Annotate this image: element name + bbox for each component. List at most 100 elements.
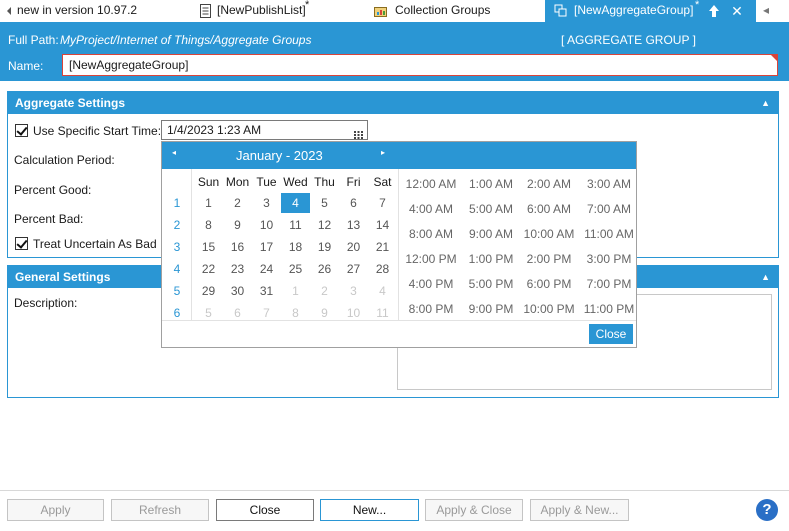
- calendar-day[interactable]: 31: [252, 281, 281, 301]
- time-option[interactable]: 1:00 PM: [461, 252, 521, 266]
- name-field[interactable]: [NewAggregateGroup]: [62, 54, 778, 76]
- calendar-day[interactable]: 23: [223, 259, 252, 279]
- next-month-button[interactable]: ▸: [381, 148, 385, 157]
- calendar-day[interactable]: 30: [223, 281, 252, 301]
- time-option[interactable]: 4:00 AM: [401, 202, 461, 216]
- calendar-day[interactable]: 5: [310, 193, 339, 213]
- calendar-day[interactable]: 24: [252, 259, 281, 279]
- tab-new-aggregate-group[interactable]: [NewAggregateGroup] * ✕: [545, 0, 756, 22]
- new-button[interactable]: New...: [320, 499, 419, 521]
- time-option[interactable]: 12:00 AM: [401, 177, 461, 191]
- calendar-day[interactable]: 22: [194, 259, 223, 279]
- apply-and-close-button[interactable]: Apply & Close: [425, 499, 523, 521]
- time-option[interactable]: 4:00 PM: [401, 277, 461, 291]
- tab-new-publish-list[interactable]: [NewPublishList] *: [195, 0, 365, 22]
- time-option[interactable]: 5:00 AM: [461, 202, 521, 216]
- week-number: 2: [173, 218, 181, 232]
- refresh-button[interactable]: Refresh: [111, 499, 209, 521]
- calendar-day[interactable]: 2: [223, 193, 252, 213]
- name-value: [NewAggregateGroup]: [69, 58, 189, 72]
- use-specific-start-time-label: Use Specific Start Time:: [33, 124, 162, 138]
- time-option[interactable]: 8:00 AM: [401, 227, 461, 241]
- calendar-day[interactable]: 1: [281, 281, 310, 301]
- month-year-label[interactable]: January - 2023: [236, 148, 323, 163]
- help-icon[interactable]: ?: [756, 499, 778, 521]
- picker-close-button[interactable]: Close: [589, 324, 633, 344]
- calendar-day[interactable]: 9: [223, 215, 252, 235]
- calendar-day[interactable]: 20: [339, 237, 368, 257]
- time-option[interactable]: 12:00 PM: [401, 252, 461, 266]
- calendar-icon[interactable]: [354, 126, 363, 139]
- calendar-day[interactable]: 15: [194, 237, 223, 257]
- time-option[interactable]: 8:00 PM: [401, 302, 461, 316]
- previous-month-button[interactable]: ◂: [172, 148, 176, 157]
- name-label: Name:: [8, 59, 44, 73]
- calendar-day[interactable]: 8: [194, 215, 223, 235]
- apply-and-new-button[interactable]: Apply & New...: [530, 499, 629, 521]
- collapse-icon[interactable]: ▲: [761, 92, 770, 114]
- weekday-header: Thu: [314, 175, 335, 189]
- calendar-day[interactable]: 28: [368, 259, 397, 279]
- use-specific-start-time-checkbox[interactable]: [15, 124, 28, 137]
- calendar-day[interactable]: 27: [339, 259, 368, 279]
- tab-collection-groups[interactable]: Collection Groups: [370, 0, 540, 22]
- group-icon: [554, 4, 567, 18]
- panel-title: General Settings: [15, 270, 111, 284]
- calendar-day[interactable]: 13: [339, 215, 368, 235]
- start-time-value: 1/4/2023 1:23 AM: [167, 123, 262, 137]
- calendar-day[interactable]: 11: [281, 215, 310, 235]
- back-arrow-icon: [5, 4, 13, 18]
- document-header: Full Path: MyProject/Internet of Things/…: [0, 23, 789, 81]
- apply-button[interactable]: Apply: [7, 499, 104, 521]
- time-option[interactable]: 10:00 PM: [519, 302, 579, 316]
- pin-tab-button[interactable]: [704, 0, 724, 22]
- calendar-day[interactable]: 21: [368, 237, 397, 257]
- tab-new-in-version[interactable]: new in version 10.97.2: [0, 0, 185, 22]
- close-tab-button[interactable]: ✕: [727, 0, 747, 22]
- time-option[interactable]: 7:00 PM: [579, 277, 639, 291]
- calendar-day[interactable]: 1: [194, 193, 223, 213]
- calendar-day[interactable]: 14: [368, 215, 397, 235]
- calendar-day[interactable]: 25: [281, 259, 310, 279]
- panel-title: Aggregate Settings: [15, 96, 126, 110]
- calendar-day[interactable]: 17: [252, 237, 281, 257]
- start-time-input[interactable]: 1/4/2023 1:23 AM: [161, 120, 368, 140]
- time-option[interactable]: 9:00 AM: [461, 227, 521, 241]
- time-option[interactable]: 11:00 PM: [579, 302, 639, 316]
- time-option[interactable]: 9:00 PM: [461, 302, 521, 316]
- calendar-day[interactable]: 19: [310, 237, 339, 257]
- close-button[interactable]: Close: [216, 499, 314, 521]
- time-option[interactable]: 3:00 AM: [579, 177, 639, 191]
- time-option[interactable]: 10:00 AM: [519, 227, 579, 241]
- treat-uncertain-checkbox[interactable]: [15, 237, 28, 250]
- calendar-day[interactable]: 4: [368, 281, 397, 301]
- time-option[interactable]: 1:00 AM: [461, 177, 521, 191]
- calendar-day[interactable]: 7: [368, 193, 397, 213]
- time-option[interactable]: 7:00 AM: [579, 202, 639, 216]
- calendar-day[interactable]: 26: [310, 259, 339, 279]
- calendar-day[interactable]: 10: [252, 215, 281, 235]
- week-number: 3: [173, 240, 181, 254]
- calendar-day[interactable]: 16: [223, 237, 252, 257]
- time-option[interactable]: 3:00 PM: [579, 252, 639, 266]
- time-option[interactable]: 6:00 AM: [519, 202, 579, 216]
- calendar-day[interactable]: 3: [252, 193, 281, 213]
- aggregate-settings-header[interactable]: Aggregate Settings ▲: [8, 92, 778, 114]
- time-option[interactable]: 11:00 AM: [579, 227, 639, 241]
- calendar-day[interactable]: 29: [194, 281, 223, 301]
- folder-chart-icon: [374, 4, 387, 18]
- calendar-day[interactable]: 3: [339, 281, 368, 301]
- time-option[interactable]: 2:00 PM: [519, 252, 579, 266]
- time-option[interactable]: 2:00 AM: [519, 177, 579, 191]
- calendar-day[interactable]: 2: [310, 281, 339, 301]
- calendar-day[interactable]: 18: [281, 237, 310, 257]
- weekday-header: Tue: [256, 175, 277, 189]
- calendar-day[interactable]: 12: [310, 215, 339, 235]
- collapse-icon[interactable]: ▲: [761, 266, 770, 288]
- modified-marker: *: [305, 0, 310, 11]
- calendar-day[interactable]: 4: [281, 193, 310, 213]
- scroll-tabs-icon[interactable]: ◂: [763, 0, 783, 22]
- calendar-day[interactable]: 6: [339, 193, 368, 213]
- time-option[interactable]: 6:00 PM: [519, 277, 579, 291]
- time-option[interactable]: 5:00 PM: [461, 277, 521, 291]
